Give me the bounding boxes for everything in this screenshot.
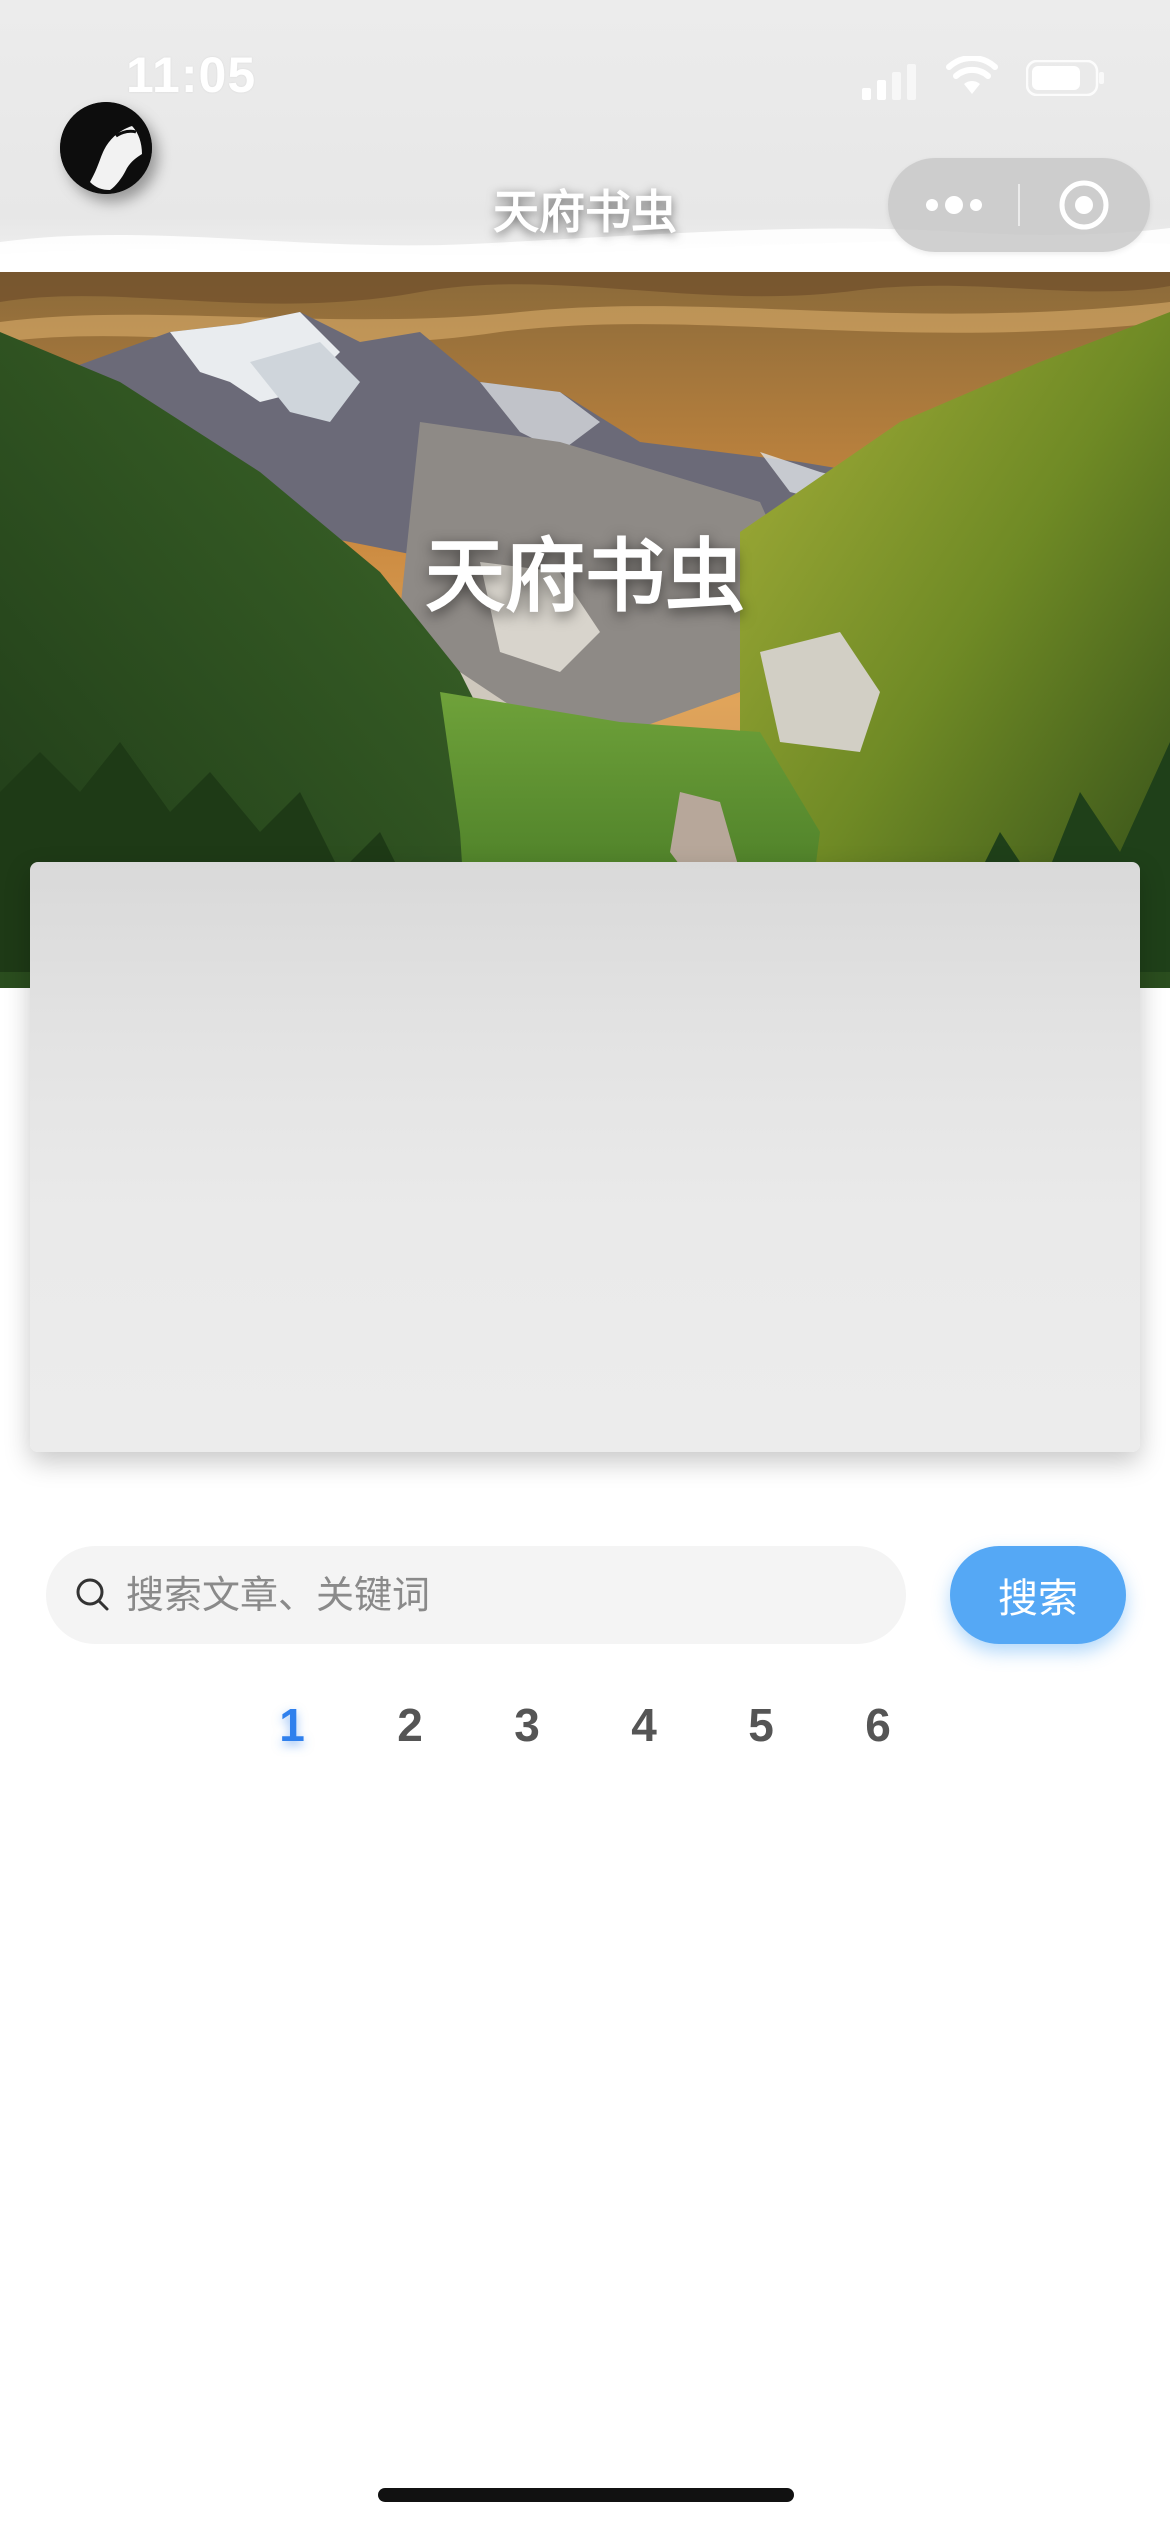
search-input[interactable] (126, 1546, 886, 1644)
target-close-icon (1059, 180, 1109, 230)
close-mini-program-button[interactable] (1020, 158, 1150, 252)
page-1-button[interactable]: 1 (262, 1690, 322, 1760)
app-screen: 11:05 天府书虫 天府书虫 搜索文章、关键词 搜索 1 2 3 4 5 6 (0, 0, 1170, 2532)
pagination: 1 2 3 4 5 6 (0, 1690, 1170, 1760)
page-4-button[interactable]: 4 (614, 1690, 674, 1760)
more-dots-icon (926, 196, 982, 214)
mini-program-capsule (888, 158, 1150, 252)
content-card[interactable] (30, 862, 1140, 1452)
hero-title: 天府书虫 (425, 530, 745, 623)
status-time: 11:05 (126, 47, 257, 103)
search-button[interactable]: 搜索 (950, 1546, 1126, 1644)
header-bar: 11:05 天府书虫 (0, 0, 1170, 272)
avatar-silhouette-icon (60, 102, 152, 194)
search-icon (76, 1578, 109, 1611)
page-5-button[interactable]: 5 (731, 1690, 791, 1760)
wifi-icon (946, 56, 998, 94)
search-box (46, 1546, 906, 1644)
page-6-button[interactable]: 6 (848, 1690, 908, 1760)
home-indicator (378, 2488, 794, 2502)
battery-icon (1026, 60, 1104, 96)
signal-icon (862, 64, 916, 100)
page-3-button[interactable]: 3 (497, 1690, 557, 1760)
more-button[interactable] (888, 158, 1018, 252)
status-icons (860, 56, 1120, 100)
page-2-button[interactable]: 2 (380, 1690, 440, 1760)
nav-title: 天府书虫 (493, 185, 677, 239)
avatar[interactable] (60, 102, 152, 194)
